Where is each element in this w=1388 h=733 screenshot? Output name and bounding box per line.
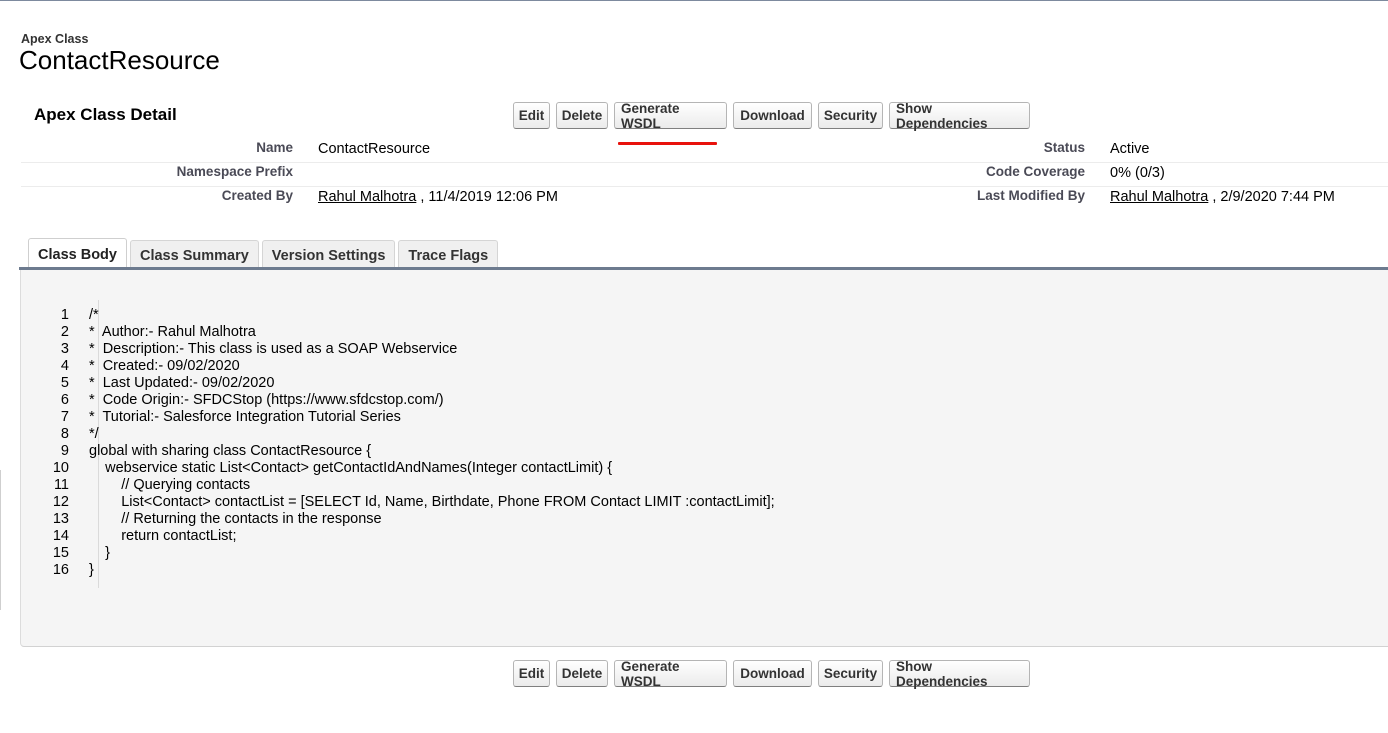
- tab-trace-flags[interactable]: Trace Flags: [398, 240, 499, 270]
- detail-row-name: Name ContactResource Status Active: [21, 138, 1388, 163]
- name-value: ContactResource: [318, 141, 431, 157]
- code-line: return contactList;: [89, 528, 237, 544]
- tab-class-body[interactable]: Class Body: [28, 238, 127, 270]
- page-title: ContactResource: [19, 45, 220, 75]
- line-number: 6: [60, 392, 69, 408]
- code-line: * Tutorial:- Salesforce Integration Tuto…: [89, 409, 401, 425]
- generate-wsdl-button[interactable]: Generate WSDL: [614, 101, 727, 131]
- modified-date: , 2/9/2020 7:44 PM: [1212, 189, 1335, 205]
- code-body: /* * Author:- Rahul Malhotra * Descripti…: [89, 307, 775, 579]
- coverage-label: Code Coverage: [985, 164, 1085, 179]
- created-date: , 11/4/2019 12:06 PM: [420, 189, 558, 205]
- line-number: 5: [60, 375, 69, 391]
- created-by-value: Rahul Malhotra, 11/4/2019 12:06 PM: [318, 189, 558, 205]
- line-number-column: 1 2 3 4 5 6 7 8 9 10 11 12 13 14 15 16: [49, 307, 69, 579]
- show-dependencies-button[interactable]: Show Dependencies: [889, 101, 1030, 131]
- tab-version-settings[interactable]: Version Settings: [261, 240, 396, 270]
- code-line: * Description:- This class is used as a …: [89, 341, 458, 357]
- code-line: * Code Origin:- SFDCStop (https://www.sf…: [89, 392, 444, 408]
- line-number: 14: [52, 528, 69, 544]
- line-number: 7: [60, 409, 69, 425]
- line-number: 4: [60, 358, 69, 374]
- code-line: webservice static List<Contact> getConta…: [89, 460, 613, 476]
- delete-button[interactable]: Delete: [556, 660, 608, 687]
- namespace-label: Namespace Prefix: [176, 164, 293, 179]
- code-line: // Returning the contacts in the respons…: [89, 511, 382, 527]
- top-border: [0, 0, 1388, 1]
- line-number: 9: [60, 443, 69, 459]
- security-button[interactable]: Security: [818, 102, 883, 129]
- delete-button[interactable]: Delete: [556, 102, 608, 129]
- code-line: * Last Updated:- 09/02/2020: [89, 375, 275, 391]
- modified-by-user-link[interactable]: Rahul Malhotra: [1110, 189, 1208, 205]
- detail-row-created: Created By Rahul Malhotra, 11/4/2019 12:…: [21, 186, 1388, 210]
- line-number: 3: [60, 341, 69, 357]
- top-button-row: Edit Delete Generate WSDL Download Secur…: [513, 101, 1030, 131]
- security-button[interactable]: Security: [818, 660, 883, 687]
- line-number: 8: [60, 426, 69, 442]
- edit-button[interactable]: Edit: [513, 102, 550, 129]
- created-by-user-link[interactable]: Rahul Malhotra: [318, 189, 416, 205]
- download-button[interactable]: Download: [733, 102, 812, 129]
- code-line: // Querying contacts: [89, 477, 251, 493]
- code-line: List<Contact> contactList = [SELECT Id, …: [89, 494, 775, 510]
- coverage-value: 0% (0/3): [1110, 165, 1165, 181]
- code-line: global with sharing class ContactResourc…: [89, 443, 372, 459]
- code-line: }: [89, 562, 94, 578]
- line-number: 11: [53, 477, 69, 493]
- code-line: * Author:- Rahul Malhotra: [89, 324, 256, 340]
- edit-button[interactable]: Edit: [513, 660, 550, 687]
- detail-section-title: Apex Class Detail: [34, 105, 177, 124]
- name-label: Name: [256, 140, 293, 155]
- code-line: /*: [89, 307, 99, 323]
- last-modified-label: Last Modified By: [976, 188, 1085, 203]
- tab-bar: Class Body Class Summary Version Setting…: [28, 238, 499, 270]
- code-line: */: [89, 426, 99, 442]
- left-edge: [0, 470, 1, 610]
- line-number: 15: [52, 545, 69, 561]
- detail-row-namespace: Namespace Prefix Code Coverage 0% (0/3): [21, 162, 1388, 187]
- code-line: }: [89, 545, 110, 561]
- bottom-button-row: Edit Delete Generate WSDL Download Secur…: [513, 659, 1030, 689]
- status-value: Active: [1110, 141, 1150, 157]
- line-number: 12: [52, 494, 69, 510]
- code-line: * Created:- 09/02/2020: [89, 358, 240, 374]
- created-by-label: Created By: [221, 188, 293, 203]
- line-number: 10: [52, 460, 69, 476]
- last-modified-value: Rahul Malhotra, 2/9/2020 7:44 PM: [1110, 189, 1335, 205]
- show-dependencies-button[interactable]: Show Dependencies: [889, 659, 1030, 689]
- line-number: 16: [52, 562, 69, 578]
- generate-wsdl-button[interactable]: Generate WSDL: [614, 659, 727, 689]
- download-button[interactable]: Download: [733, 660, 812, 687]
- tab-class-summary[interactable]: Class Summary: [129, 240, 259, 270]
- line-number: 13: [52, 511, 69, 527]
- class-body-panel: 1 2 3 4 5 6 7 8 9 10 11 12 13 14 15 16 /…: [20, 270, 1388, 647]
- status-label: Status: [1043, 140, 1085, 155]
- line-number: 1: [60, 307, 69, 323]
- line-number: 2: [60, 324, 69, 340]
- page-type-label: Apex Class: [21, 32, 89, 46]
